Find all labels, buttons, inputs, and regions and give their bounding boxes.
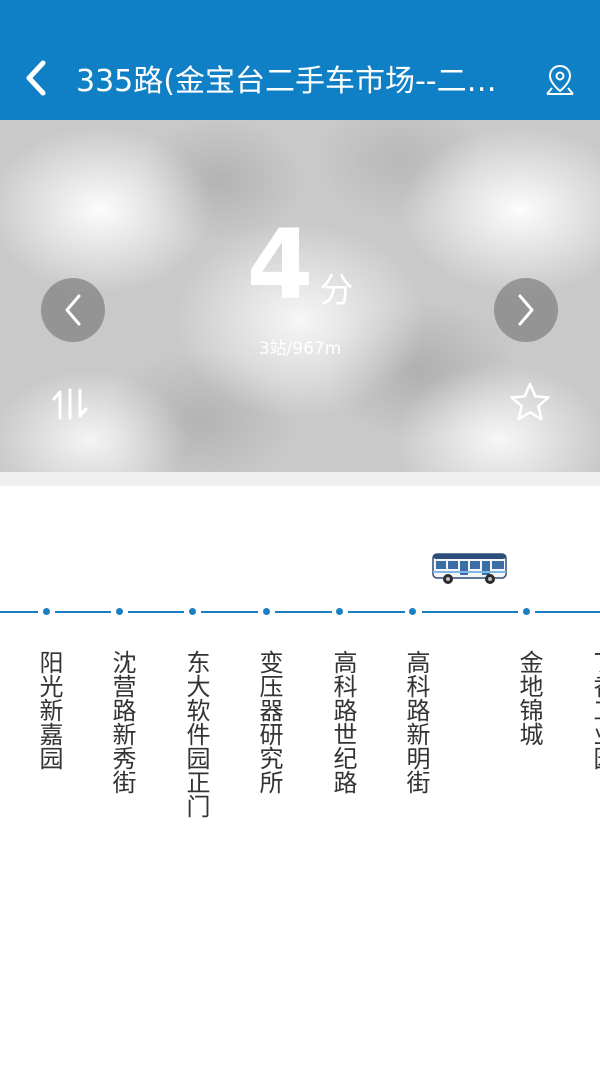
stop-name[interactable]: 高科路世纪路: [327, 650, 357, 794]
stop-name[interactable]: 丁香工业园: [587, 650, 600, 770]
stop-dot: [189, 608, 196, 615]
stop-dot: [523, 608, 530, 615]
stop-dot: [43, 608, 50, 615]
map-button[interactable]: [540, 60, 580, 100]
stop-dot: [116, 608, 123, 615]
arrival-unit: 分: [319, 271, 354, 311]
stop-name[interactable]: 高科路新明街: [400, 650, 430, 794]
stop-dot: [409, 608, 416, 615]
back-button[interactable]: [16, 58, 56, 98]
next-stop-button[interactable]: [494, 278, 558, 342]
stop-name[interactable]: 沈营路新秀街: [106, 650, 136, 794]
swap-direction-button[interactable]: [48, 382, 92, 426]
stop-name[interactable]: 东大软件园正门: [180, 650, 210, 818]
stop-name[interactable]: 阳光新嘉园: [33, 650, 63, 770]
favorite-button[interactable]: [508, 380, 552, 424]
arrival-panel: 4分 3站/967m: [0, 120, 600, 472]
chevron-left-icon: [26, 60, 46, 96]
stop-dot: [336, 608, 343, 615]
top-bar: 335路(金宝台二手车市场--二…: [0, 0, 600, 120]
stop-dot: [263, 608, 270, 615]
star-outline-icon: [510, 382, 550, 421]
bus-icon: [432, 552, 508, 586]
route-title: 335路(金宝台二手车市场--二…: [76, 64, 497, 99]
map-pin-icon: [546, 64, 574, 95]
arrival-minutes: 4: [246, 209, 314, 321]
panel-divider: [0, 472, 600, 486]
stop-name[interactable]: 变压器研究所: [253, 650, 283, 794]
swap-direction-icon: [52, 388, 88, 420]
route-line: [0, 611, 600, 613]
stop-name[interactable]: 金地锦城: [513, 650, 543, 746]
chevron-right-icon: [518, 294, 534, 326]
